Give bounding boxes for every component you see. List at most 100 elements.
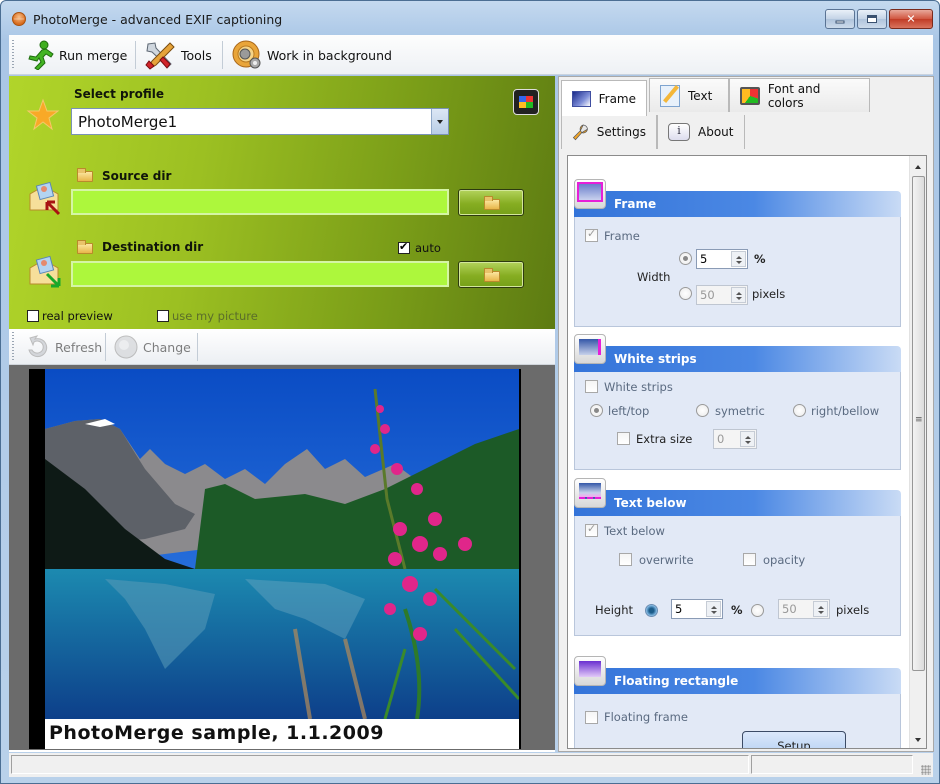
- destination-dir-input[interactable]: [71, 261, 449, 287]
- auto-checkbox[interactable]: [398, 240, 410, 254]
- maximize-button[interactable]: [857, 9, 887, 29]
- tab-text[interactable]: Text: [649, 78, 729, 112]
- caption-text: PhotoMerge sample, 1.1.2009: [49, 722, 384, 744]
- resize-grip-icon[interactable]: [921, 765, 931, 775]
- percent-unit-label: %: [754, 252, 766, 266]
- tab-settings[interactable]: Settings: [561, 115, 657, 149]
- toolbar-separator: [197, 333, 198, 361]
- floating-rectangle-group-body: Floating frame Setup: [574, 694, 901, 748]
- symetric-radio[interactable]: [696, 404, 709, 417]
- tab-font-and-colors[interactable]: Font and colors: [729, 78, 870, 112]
- text-below-label: Text below: [604, 524, 665, 538]
- overwrite-label: overwrite: [639, 553, 694, 567]
- white-strips-group-body: White strips left/top symetric right/bel…: [574, 372, 901, 470]
- tools-button[interactable]: Tools: [139, 38, 216, 72]
- select-profile-label: Select profile: [74, 87, 164, 101]
- running-man-icon: [28, 40, 54, 70]
- floating-frame-checkbox[interactable]: [585, 711, 598, 724]
- frame-group-body: Frame Width 5 % 50 pixels: [574, 217, 901, 327]
- use-my-picture-label: use my picture: [172, 309, 258, 323]
- folder-open-icon: [484, 196, 500, 210]
- font-colors-icon: [740, 86, 760, 105]
- height-percent-unit: %: [731, 603, 743, 617]
- floating-rectangle-group-header: Floating rectangle: [574, 668, 901, 694]
- text-below-group-body: Text below overwrite opacity Height 5 % …: [574, 516, 901, 636]
- refresh-label: Refresh: [55, 339, 103, 355]
- width-percent-radio[interactable]: [679, 252, 692, 265]
- tab-about[interactable]: i About: [657, 115, 745, 149]
- tab-frame[interactable]: Frame: [561, 80, 647, 116]
- spinner-arrows-icon[interactable]: [813, 601, 828, 617]
- real-preview-checkbox[interactable]: [27, 310, 39, 322]
- frame-checkbox[interactable]: [585, 227, 598, 242]
- right-bellow-radio[interactable]: [793, 404, 806, 417]
- pixels-unit-label: pixels: [752, 287, 786, 301]
- chevron-down-icon[interactable]: [431, 109, 448, 134]
- extra-size-spinner[interactable]: 0: [713, 429, 757, 449]
- frame-checkbox-label: Frame: [604, 229, 640, 243]
- change-picture-icon: [114, 335, 138, 359]
- left-top-radio[interactable]: [590, 404, 603, 417]
- profile-select-value: PhotoMerge1: [78, 113, 178, 131]
- close-button[interactable]: ✕: [889, 9, 933, 29]
- minimize-button[interactable]: [825, 9, 855, 29]
- toolbar-grip[interactable]: [12, 40, 14, 70]
- height-pixels-spinner[interactable]: 50: [778, 599, 830, 619]
- frame-group-header: Frame: [574, 191, 901, 217]
- main-toolbar: Run merge Tools Work in background: [9, 35, 933, 75]
- toolbar-grip[interactable]: [12, 332, 14, 362]
- color-scheme-button[interactable]: [513, 89, 539, 115]
- extra-size-checkbox[interactable]: [617, 432, 630, 445]
- use-my-picture-checkbox[interactable]: [157, 310, 169, 322]
- opacity-checkbox[interactable]: [743, 553, 756, 566]
- run-merge-button[interactable]: Run merge: [21, 38, 131, 72]
- title-bar[interactable]: PhotoMerge - advanced EXIF captioning ✕: [1, 1, 939, 35]
- text-below-checkbox[interactable]: [585, 522, 598, 537]
- overwrite-checkbox[interactable]: [619, 553, 632, 566]
- color-palette-icon: [519, 96, 533, 108]
- app-icon: [12, 12, 26, 26]
- landscape-image: [45, 369, 519, 719]
- browse-source-button[interactable]: [458, 189, 524, 216]
- preview-photo[interactable]: [45, 369, 519, 719]
- height-pixels-radio[interactable]: [751, 604, 764, 617]
- height-percent-spinner[interactable]: 5: [671, 599, 723, 619]
- preview-caption: PhotoMerge sample, 1.1.2009: [45, 719, 519, 749]
- browse-destination-button[interactable]: [458, 261, 524, 288]
- scroll-down-icon[interactable]: [910, 731, 926, 748]
- spinner-arrows-icon[interactable]: [740, 431, 755, 447]
- star-icon: [26, 98, 60, 131]
- scroll-up-icon[interactable]: [910, 156, 926, 173]
- preview-frame: PhotoMerge sample, 1.1.2009: [29, 369, 521, 749]
- work-in-background-label: Work in background: [267, 47, 392, 63]
- minimize-icon: [835, 20, 845, 24]
- width-pixels-radio[interactable]: [679, 287, 692, 300]
- width-percent-spinner[interactable]: 5: [696, 249, 748, 269]
- refresh-button[interactable]: Refresh: [21, 330, 106, 364]
- opacity-label: opacity: [763, 553, 806, 567]
- source-dir-input[interactable]: [71, 189, 449, 215]
- source-import-icon: [29, 181, 61, 216]
- width-pixels-value: 50: [700, 288, 715, 302]
- vertical-scrollbar[interactable]: [909, 156, 926, 748]
- tab-about-label: About: [698, 125, 734, 139]
- spinner-arrows-icon[interactable]: [731, 251, 746, 267]
- status-bar: [9, 753, 933, 777]
- work-in-background-button[interactable]: Work in background: [227, 38, 396, 72]
- floating-rectangle-group: Floating rectangle Floating frame Setup: [574, 656, 901, 748]
- status-pane-secondary: [751, 755, 913, 774]
- setup-button[interactable]: Setup: [742, 731, 846, 748]
- white-strips-group: White strips White strips left/top symet…: [574, 334, 901, 474]
- spinner-arrows-icon[interactable]: [731, 287, 746, 303]
- profile-select[interactable]: PhotoMerge1: [71, 108, 449, 135]
- preview-toolbar: Refresh Change: [9, 329, 555, 365]
- wrench-icon: [572, 124, 588, 141]
- white-strips-checkbox[interactable]: [585, 380, 598, 393]
- height-percent-radio[interactable]: [645, 604, 658, 617]
- width-pixels-spinner[interactable]: 50: [696, 285, 748, 305]
- symetric-label: symetric: [715, 404, 765, 418]
- scrollbar-thumb[interactable]: [912, 176, 925, 671]
- change-button[interactable]: Change: [109, 330, 195, 364]
- spinner-arrows-icon[interactable]: [706, 601, 721, 617]
- text-below-group-title: Text below: [614, 496, 687, 510]
